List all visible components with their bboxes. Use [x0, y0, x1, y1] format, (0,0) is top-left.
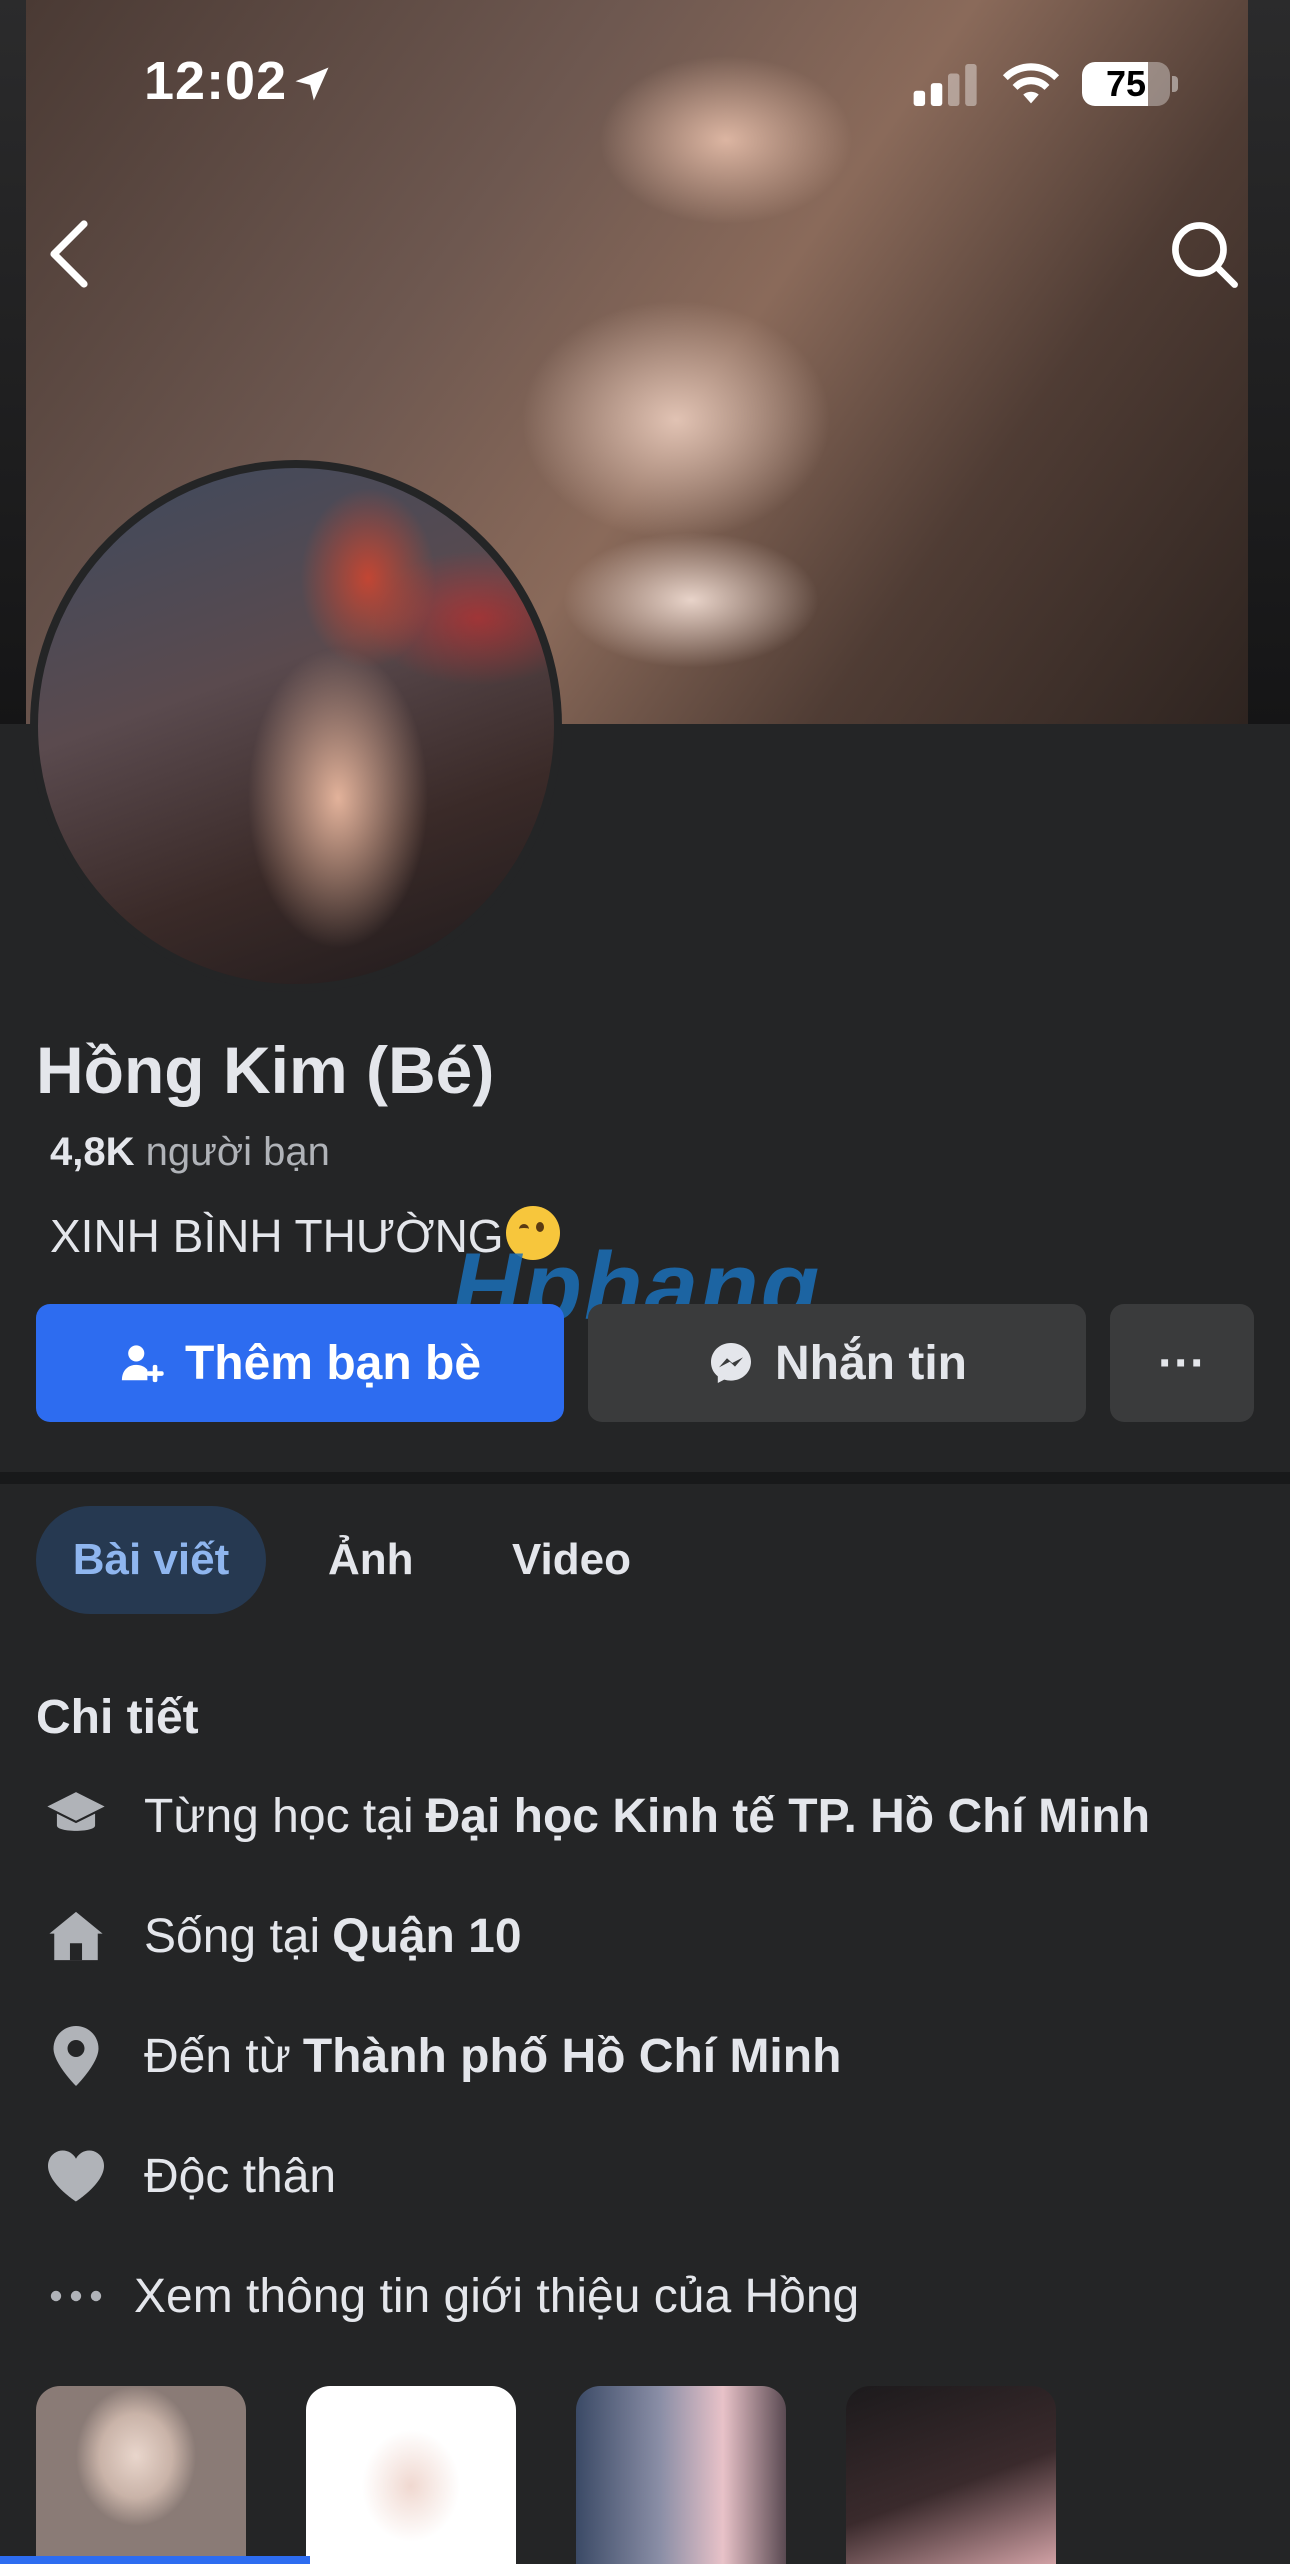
- add-friend-icon: [121, 1345, 164, 1383]
- ellipsis-icon: [36, 2256, 116, 2336]
- battery-indicator: 75: [1082, 62, 1170, 106]
- tab-videos[interactable]: Video: [512, 1506, 631, 1614]
- message-button[interactable]: Nhắn tin: [588, 1304, 1086, 1422]
- see-about-info-label: Xem thông tin giới thiệu của Hồng: [134, 2269, 860, 2323]
- detail-hometown-value: Thành phố Hồ Chí Minh: [302, 2029, 842, 2083]
- more-options-button[interactable]: ···: [1110, 1304, 1254, 1422]
- featured-photo-3[interactable]: [576, 2386, 786, 2564]
- status-bar: 12:02 75: [0, 0, 1290, 170]
- section-divider: [0, 1472, 1290, 1484]
- detail-hometown-prefix: Đến từ: [144, 2029, 291, 2083]
- profile-avatar[interactable]: [30, 460, 562, 992]
- detail-lives-in[interactable]: Sống tại Quận 10: [36, 1896, 522, 1976]
- wifi-icon: [1002, 63, 1060, 104]
- location-arrow-icon: [295, 67, 329, 101]
- back-arrow-icon[interactable]: [44, 218, 92, 290]
- friends-count[interactable]: 4,8K người bạn: [50, 1130, 330, 1175]
- detail-lives-in-prefix: Sống tại: [144, 1909, 321, 1963]
- battery-percent: 75: [1105, 63, 1147, 104]
- bio-text: XINH BÌNH THƯỜNG: [50, 1210, 504, 1262]
- friends-count-label: người bạn: [145, 1130, 330, 1174]
- search-icon[interactable]: [1168, 218, 1242, 292]
- messenger-icon: [711, 1343, 751, 1383]
- featured-photo-1[interactable]: [36, 2386, 246, 2564]
- location-pin-icon: [36, 2016, 116, 2096]
- featured-photo-4[interactable]: [846, 2386, 1056, 2564]
- featured-photo-2[interactable]: [306, 2386, 516, 2564]
- detail-relationship[interactable]: Độc thân: [36, 2136, 336, 2216]
- details-heading: Chi tiết: [36, 1691, 199, 1744]
- profile-name: Hồng Kim (Bé): [36, 1033, 495, 1107]
- status-time: 12:02: [144, 51, 288, 111]
- detail-hometown[interactable]: Đến từ Thành phố Hồ Chí Minh: [36, 2016, 841, 2096]
- add-friend-button[interactable]: Thêm bạn bè: [36, 1304, 564, 1422]
- detail-relationship-label: Độc thân: [144, 2149, 337, 2203]
- message-label: Nhắn tin: [775, 1336, 967, 1390]
- cellular-signal-icon: [913, 64, 977, 106]
- detail-lives-in-value: Quận 10: [332, 1909, 522, 1963]
- heart-icon: [36, 2136, 116, 2216]
- graduation-cap-icon: [36, 1776, 116, 1856]
- tab-photos[interactable]: Ảnh: [328, 1506, 414, 1614]
- friends-count-value: 4,8K: [50, 1130, 135, 1174]
- battery-nub: [1172, 76, 1178, 92]
- scroll-indicator: [0, 2556, 310, 2564]
- detail-education[interactable]: Từng học tại Đại học Kinh tế TP. Hồ Chí …: [36, 1776, 1150, 1856]
- detail-education-value: Đại học Kinh tế TP. Hồ Chí Minh: [425, 1789, 1151, 1843]
- more-options-icon: ···: [1158, 1336, 1206, 1390]
- add-friend-label: Thêm bạn bè: [184, 1336, 482, 1390]
- tab-posts[interactable]: Bài viết: [36, 1506, 266, 1614]
- see-about-info-link[interactable]: Xem thông tin giới thiệu của Hồng: [36, 2256, 859, 2336]
- detail-education-prefix: Từng học tại: [144, 1789, 414, 1843]
- home-icon: [36, 1896, 116, 1976]
